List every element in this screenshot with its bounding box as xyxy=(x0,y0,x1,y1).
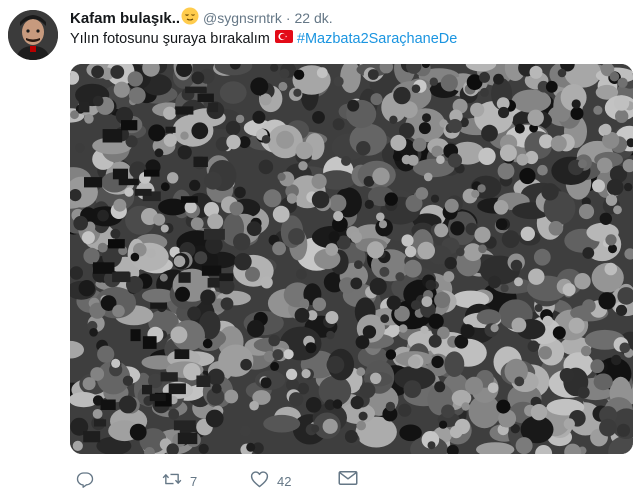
like-button[interactable]: 42 xyxy=(250,470,291,493)
direct-message-button[interactable] xyxy=(338,470,358,491)
heart-icon xyxy=(250,470,269,493)
timestamp[interactable]: 22 dk. xyxy=(295,10,333,26)
turkey-flag-icon xyxy=(274,30,293,47)
tweet-photo[interactable] xyxy=(70,64,633,454)
tweet-actions: 7 42 xyxy=(70,470,430,492)
avatar[interactable] xyxy=(8,10,58,60)
avatar-image xyxy=(8,10,58,60)
reply-icon xyxy=(76,470,94,493)
tweet-header: Kafam bulaşık.. @sygnsrntrk · 22 dk. xyxy=(70,7,333,30)
reply-button[interactable] xyxy=(76,470,102,493)
like-count: 42 xyxy=(277,474,292,489)
relieved-face-emoji-icon xyxy=(181,7,199,30)
tweet-body: Yılın fotosunu şuraya bırakalım xyxy=(70,30,270,47)
retweet-button[interactable]: 7 xyxy=(162,470,197,493)
crowd-photo-image xyxy=(70,64,633,454)
user-handle[interactable]: @sygnsrntrk xyxy=(203,10,282,26)
retweet-count: 7 xyxy=(190,474,198,489)
hashtag-link[interactable]: #Mazbata2SaraçhaneDe xyxy=(297,31,457,47)
tweet-text: Yılın fotosunu şuraya bırakalım #Mazbata… xyxy=(70,30,457,47)
separator-dot: · xyxy=(285,10,291,26)
retweet-icon xyxy=(162,470,182,493)
display-name[interactable]: Kafam bulaşık.. xyxy=(70,10,180,27)
envelope-icon xyxy=(338,470,358,491)
